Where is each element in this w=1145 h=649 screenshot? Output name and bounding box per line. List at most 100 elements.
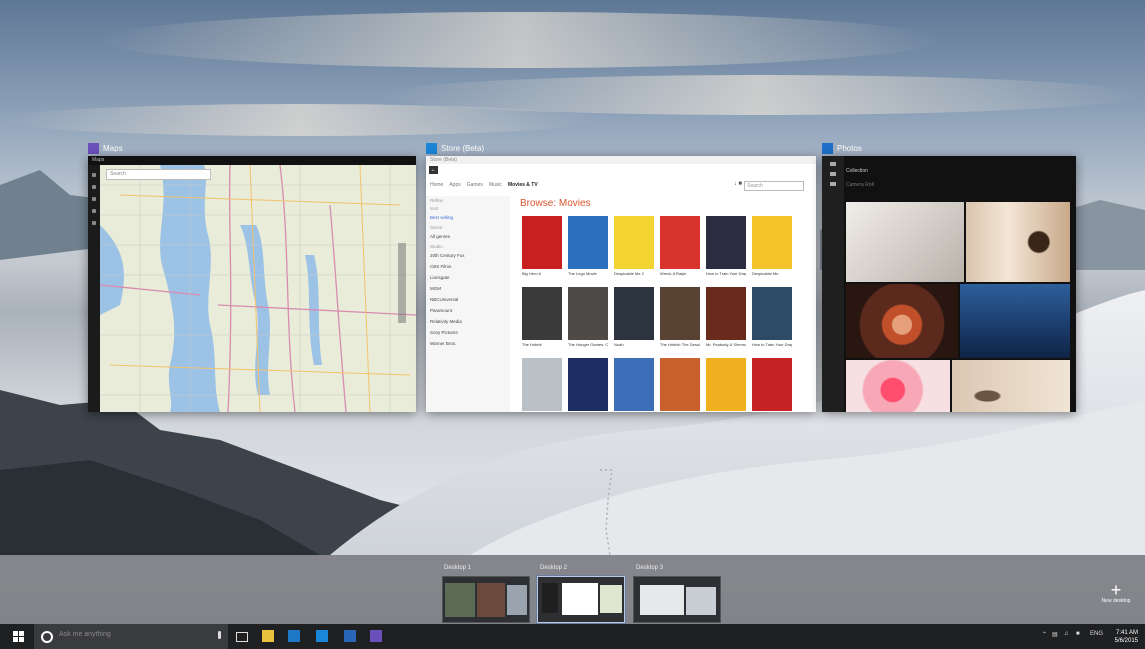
store-filter-item[interactable]: 20th Century Fox xyxy=(426,250,510,261)
tab-home[interactable]: Home xyxy=(430,182,443,188)
clock-date: 5/6/2015 xyxy=(1114,638,1138,644)
store-filter-item[interactable]: MGM xyxy=(426,283,510,294)
store-filter-sel[interactable]: Best selling xyxy=(426,212,510,223)
store-filter-item[interactable]: Lionsgate xyxy=(426,272,510,283)
photo-tile[interactable] xyxy=(846,284,958,358)
new-desktop-label: New desktop xyxy=(1101,598,1131,604)
photos-albums-icon[interactable] xyxy=(830,182,836,186)
photo-tile[interactable] xyxy=(966,202,1070,282)
microphone-icon[interactable] xyxy=(218,631,221,639)
movie-tile[interactable]: Despicable Me 2 xyxy=(614,216,654,276)
photos-window-frame[interactable]: Collection Camera Roll xyxy=(822,156,1076,412)
movie-tile[interactable]: Madagascar 3 xyxy=(706,358,746,411)
language-indicator[interactable]: ENG xyxy=(1090,631,1103,637)
maps-favorites-icon[interactable] xyxy=(92,209,96,213)
photos-taskbar-icon[interactable] xyxy=(344,630,356,642)
tab-apps[interactable]: Apps xyxy=(449,182,460,188)
movie-tile[interactable]: How to Train Your Dragon xyxy=(706,216,746,276)
tab-games[interactable]: Games xyxy=(467,182,483,188)
desktop-1-thumbnail[interactable] xyxy=(442,576,530,623)
windows-start-icon[interactable] xyxy=(13,631,24,642)
photo-tile[interactable] xyxy=(846,360,950,412)
movie-tile[interactable]: The Hobbit: The Desolation of Smaug xyxy=(660,287,700,347)
movie-poster xyxy=(614,216,654,269)
movie-grid: Big Hero 6 The Lego Movie Despicable Me 2 W… xyxy=(522,216,810,411)
movie-title: Big Hero 6 xyxy=(522,271,541,276)
photos-collection-icon[interactable] xyxy=(830,172,836,176)
tab-music[interactable]: Music xyxy=(489,182,502,188)
maps-app-icon xyxy=(88,142,99,154)
store-nav-tabs: Home Apps Games Music Movies & TV xyxy=(430,182,538,188)
task-view-icon[interactable] xyxy=(236,632,248,642)
photos-subheader: Camera Roll xyxy=(846,182,874,188)
clock[interactable]: 7:41 AM 5/6/2015 xyxy=(1115,629,1138,645)
movie-poster xyxy=(752,287,792,340)
desktop-2-thumbnail[interactable] xyxy=(537,576,625,623)
notifications-icon[interactable]: ■ xyxy=(1076,631,1080,637)
maps-search-input[interactable]: Search xyxy=(106,169,211,180)
movie-tile[interactable]: The Amazing Spider-Man 2 xyxy=(568,358,608,411)
store-filter-item[interactable]: Relativity Media xyxy=(426,316,510,327)
photo-grid xyxy=(846,202,1072,412)
movie-tile[interactable]: Noah xyxy=(614,287,654,347)
maps-directions-icon[interactable] xyxy=(92,197,96,201)
photo-tile[interactable] xyxy=(846,202,964,282)
movie-poster xyxy=(752,216,792,269)
movie-tile[interactable]: The Hunger Games: Catching Fire xyxy=(568,287,608,347)
store-filter-item[interactable]: Paramount xyxy=(426,305,510,316)
movie-title: Despicable Me xyxy=(752,271,779,276)
maps-3d-icon[interactable] xyxy=(92,221,96,225)
movie-poster xyxy=(614,358,654,411)
store-filter-item[interactable]: Sony Pictures xyxy=(426,327,510,338)
store-search-input[interactable]: Search xyxy=(744,181,804,191)
movie-tile[interactable]: Jurassic Park xyxy=(522,358,562,411)
maps-taskbar-icon[interactable] xyxy=(370,630,382,642)
tray-chevron-icon[interactable]: ⌃ xyxy=(1042,631,1047,638)
map-view[interactable]: Search xyxy=(100,165,416,412)
store-filter-hdr: Sort xyxy=(430,206,439,211)
maps-window-frame[interactable]: Maps Search xyxy=(88,156,416,412)
movie-tile[interactable]: The Hobbit xyxy=(522,287,562,347)
network-icon[interactable]: ▤ xyxy=(1052,631,1058,638)
store-filter-item[interactable]: NBCUniversal xyxy=(426,294,510,305)
movie-tile[interactable]: Despicable Me xyxy=(752,216,792,276)
maps-search-icon[interactable] xyxy=(92,185,96,189)
photos-app-icon xyxy=(822,142,833,154)
movie-poster xyxy=(706,216,746,269)
back-arrow-icon[interactable]: ← xyxy=(429,166,438,174)
edge-browser-icon[interactable] xyxy=(288,630,300,642)
movie-poster xyxy=(568,216,608,269)
file-explorer-icon[interactable] xyxy=(262,630,274,642)
photos-menu-icon[interactable] xyxy=(830,162,836,166)
store-filter-item[interactable]: Warner Bros. xyxy=(426,338,510,349)
tab-movies-tv[interactable]: Movies & TV xyxy=(508,182,538,188)
store-titlebar: Store (Beta) xyxy=(426,156,816,164)
photo-tile[interactable] xyxy=(952,360,1070,412)
maps-menu-icon[interactable] xyxy=(92,173,96,177)
movie-poster xyxy=(568,358,608,411)
store-window-frame[interactable]: Store (Beta) ← Home Apps Games Music Mov… xyxy=(426,156,816,412)
maps-zoom-controls[interactable] xyxy=(398,243,406,323)
store-filter-hdr: Refine xyxy=(430,198,444,203)
volume-icon[interactable]: ♫ xyxy=(1064,631,1069,637)
movie-tile[interactable]: The Lego Movie xyxy=(568,216,608,276)
movie-tile[interactable]: Mr. Peabody & Sherman xyxy=(706,287,746,347)
movie-title: The Hobbit xyxy=(522,342,542,347)
store-filter-item[interactable]: All genres xyxy=(426,231,510,242)
store-taskbar-icon[interactable] xyxy=(316,630,328,642)
store-filter-item[interactable]: CBS Films xyxy=(426,261,510,272)
movie-tile[interactable]: Wreck-It Ralph xyxy=(660,216,700,276)
movie-tile[interactable]: The Incredibles xyxy=(752,358,792,411)
cortana-search-placeholder: Ask me anything xyxy=(59,631,111,638)
movie-tile[interactable]: The Croods xyxy=(660,358,700,411)
movie-tile[interactable]: Penguins of Madagascar xyxy=(614,358,654,411)
desktop-3-thumbnail[interactable] xyxy=(633,576,721,623)
photo-tile[interactable] xyxy=(960,284,1070,358)
photos-title-text: Photos xyxy=(837,143,862,153)
new-desktop-button[interactable]: + New desktop xyxy=(1097,581,1135,604)
movie-tile[interactable]: Big Hero 6 xyxy=(522,216,562,276)
movie-poster xyxy=(522,216,562,269)
movie-tile[interactable]: How to Train Your Dragon 2 xyxy=(752,287,792,347)
cortana-search-box[interactable]: Ask me anything xyxy=(34,624,228,649)
store-account-icons[interactable]: ↓ ■ xyxy=(734,181,742,187)
